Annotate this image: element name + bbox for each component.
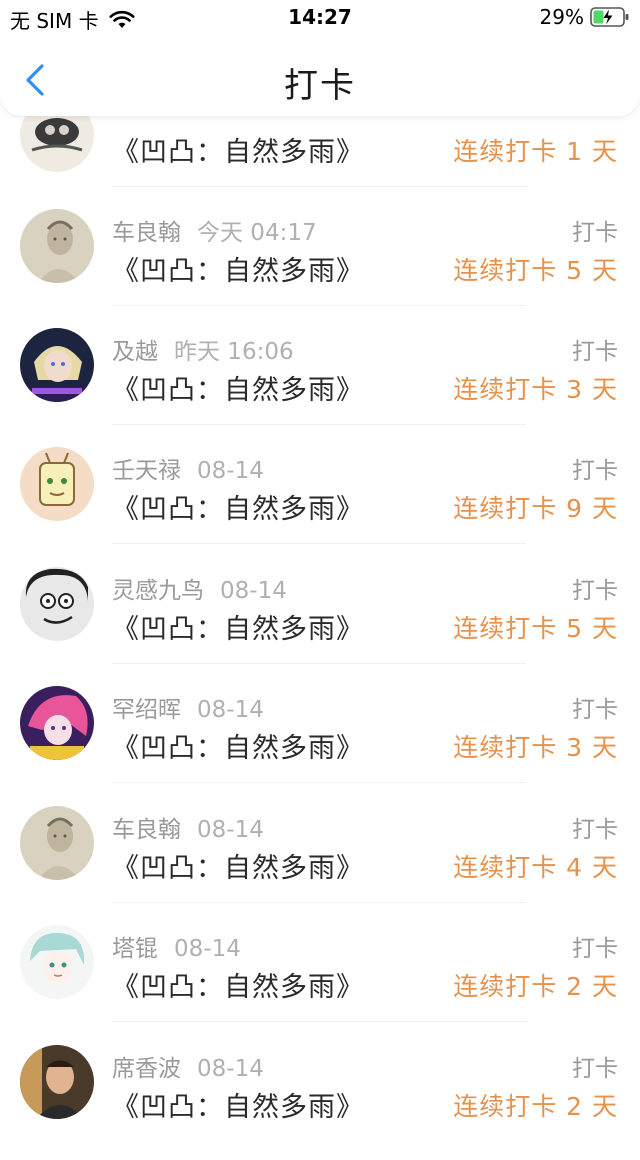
book-title: 《凹凸：自然多雨》 <box>112 256 364 287</box>
checkin-date: 08-14 <box>220 578 287 604</box>
checkin-action-label: 打卡 <box>572 817 618 843</box>
list-item[interactable]: 壬天禄 08-14 打卡 《凹凸：自然多雨》 连续打卡 9 天 <box>0 443 640 562</box>
page-title: 打卡 <box>284 66 356 106</box>
user-name: 车良翰 <box>112 817 181 843</box>
checkin-action-label: 打卡 <box>572 697 618 723</box>
divider <box>112 305 526 306</box>
item-meta: 壬天禄 08-14 <box>112 451 264 485</box>
avatar <box>20 1045 94 1119</box>
streak-label: 连续打卡 4 天 <box>453 853 618 882</box>
list-item[interactable]: 及越 昨天 16:06 打卡 《凹凸：自然多雨》 连续打卡 3 天 <box>0 324 640 443</box>
avatar <box>20 925 94 999</box>
divider <box>112 1021 526 1022</box>
divider <box>112 543 526 544</box>
book-title: 《凹凸：自然多雨》 <box>112 137 364 168</box>
item-meta: 灵感九鸟 08-14 <box>112 571 287 605</box>
checkin-action-label: 打卡 <box>572 220 618 246</box>
divider <box>112 186 526 187</box>
item-meta: 塔锟 08-14 <box>112 929 241 963</box>
book-title: 《凹凸：自然多雨》 <box>112 972 364 1003</box>
user-name: 席香波 <box>112 1056 181 1082</box>
checkin-action-label: 打卡 <box>572 1056 618 1082</box>
list-item[interactable]: 席香波 08-14 打卡 《凹凸：自然多雨》 连续打卡 2 天 <box>0 1041 640 1160</box>
status-right: 29% <box>540 5 630 29</box>
nav-header: 打卡 <box>0 36 640 116</box>
divider <box>112 902 526 903</box>
book-title: 《凹凸：自然多雨》 <box>112 375 364 406</box>
streak-label: 连续打卡 2 天 <box>453 972 618 1001</box>
item-meta: 车良翰 08-14 <box>112 810 264 844</box>
divider <box>112 782 526 783</box>
avatar <box>20 328 94 402</box>
book-title: 《凹凸：自然多雨》 <box>112 733 364 764</box>
checkin-action-label: 打卡 <box>572 458 618 484</box>
streak-label: 连续打卡 5 天 <box>453 614 618 643</box>
divider <box>112 663 526 664</box>
checkin-date: 08-14 <box>197 817 264 843</box>
streak-label: 连续打卡 5 天 <box>453 256 618 285</box>
checkin-date: 08-14 <box>197 697 264 723</box>
streak-label: 连续打卡 9 天 <box>453 494 618 523</box>
book-title: 《凹凸：自然多雨》 <box>112 1092 364 1123</box>
streak-label: 连续打卡 1 天 <box>453 137 618 166</box>
checkin-date: 08-14 <box>197 458 264 484</box>
user-name: 及越 <box>112 339 158 365</box>
item-meta: 车良翰 今天 04:17 <box>112 213 317 247</box>
user-name: 灵感九鸟 <box>112 578 204 604</box>
item-meta: 席香波 08-14 <box>112 1049 264 1083</box>
user-name: 壬天禄 <box>112 458 181 484</box>
list-item[interactable]: 塔锟 08-14 打卡 《凹凸：自然多雨》 连续打卡 2 天 <box>0 921 640 1040</box>
checkin-date: 昨天 16:06 <box>174 339 294 365</box>
user-name: 塔锟 <box>112 936 158 962</box>
list-item[interactable]: 车良翰 今天 04:17 打卡 《凹凸：自然多雨》 连续打卡 5 天 <box>0 205 640 324</box>
list-item[interactable]: 罕绍晖 08-14 打卡 《凹凸：自然多雨》 连续打卡 3 天 <box>0 682 640 801</box>
book-title: 《凹凸：自然多雨》 <box>112 494 364 525</box>
battery-percent: 29% <box>539 5 584 29</box>
checkin-date: 08-14 <box>197 1056 264 1082</box>
avatar <box>20 567 94 641</box>
book-title: 《凹凸：自然多雨》 <box>112 614 364 645</box>
user-name: 车良翰 <box>112 220 181 246</box>
list-item[interactable]: 灵感九鸟 08-14 打卡 《凹凸：自然多雨》 连续打卡 5 天 <box>0 563 640 682</box>
checkin-action-label: 打卡 <box>572 339 618 365</box>
status-bar: 无 SIM 卡 14:27 29% <box>0 0 640 36</box>
user-name: 罕绍晖 <box>112 697 181 723</box>
avatar <box>20 447 94 521</box>
checkin-action-label: 打卡 <box>572 578 618 604</box>
streak-label: 连续打卡 2 天 <box>453 1092 618 1121</box>
avatar <box>20 686 94 760</box>
battery-charging-icon <box>590 7 629 27</box>
item-meta: 罕绍晖 08-14 <box>112 690 264 724</box>
avatar <box>20 806 94 880</box>
item-meta: 及越 昨天 16:06 <box>112 332 294 366</box>
list-item[interactable]: 车良翰 08-14 打卡 《凹凸：自然多雨》 连续打卡 4 天 <box>0 802 640 921</box>
streak-label: 连续打卡 3 天 <box>453 733 618 762</box>
divider <box>112 424 526 425</box>
streak-label: 连续打卡 3 天 <box>453 375 618 404</box>
checkin-date: 08-14 <box>174 936 241 962</box>
avatar <box>20 209 94 283</box>
checkin-date: 今天 04:17 <box>197 220 317 246</box>
checkin-action-label: 打卡 <box>572 936 618 962</box>
book-title: 《凹凸：自然多雨》 <box>112 853 364 884</box>
